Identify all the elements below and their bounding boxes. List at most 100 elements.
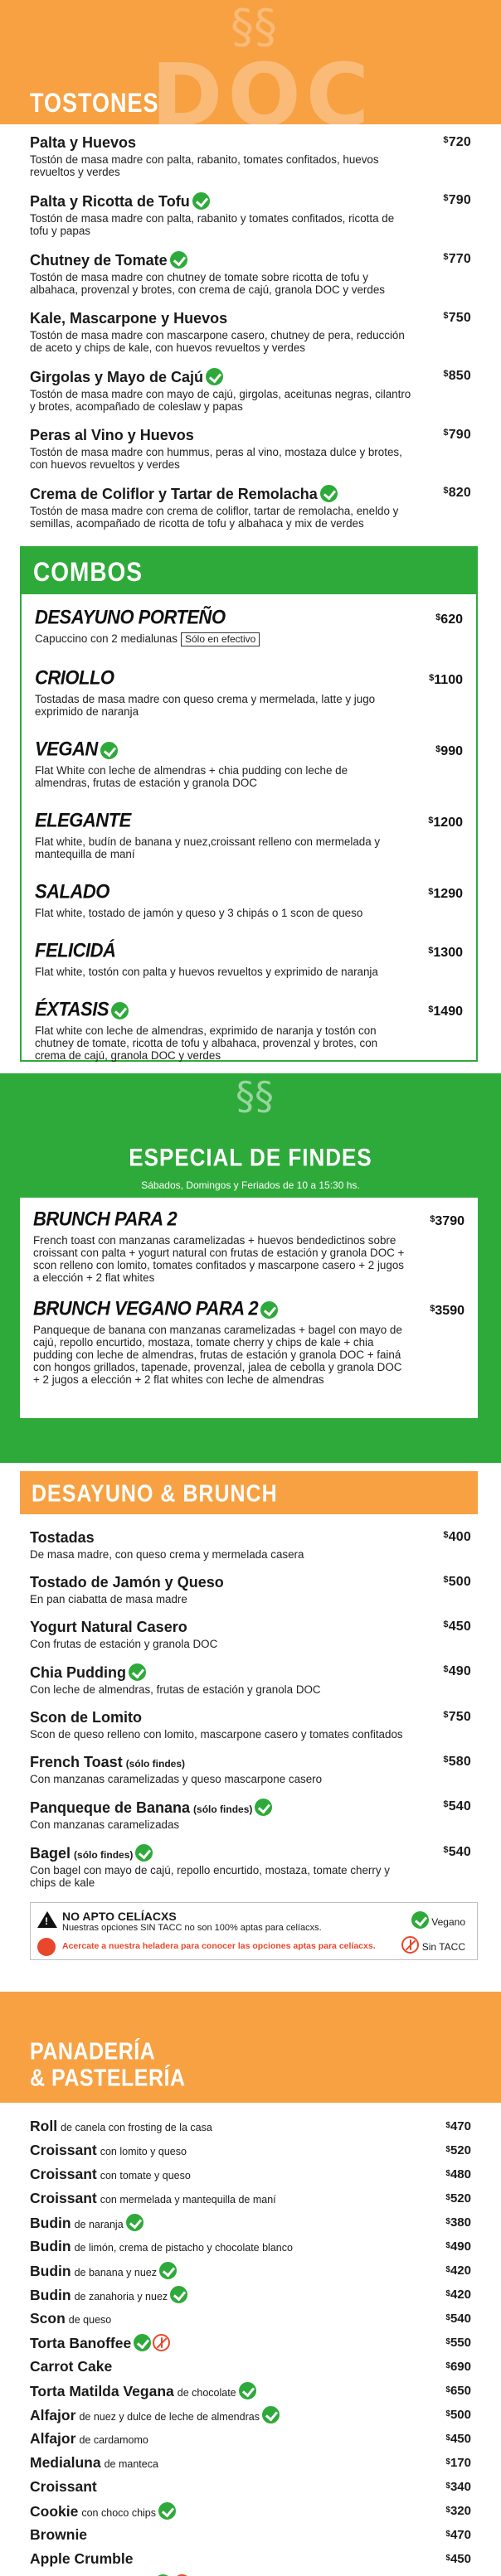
item-price: $170 [445, 2456, 471, 2470]
price-value: 170 [450, 2456, 471, 2470]
vegan-icon [260, 1301, 279, 1319]
price-value: 3790 [435, 1214, 465, 1228]
combo-description: Flat white con leche de almendras, expri… [35, 1024, 405, 1062]
item-name-wrap: Peras al Vino y Huevos [30, 427, 413, 446]
panaderia-list: Roll de canela con frosting de la casa $47… [0, 2103, 501, 2576]
bakery-item: Croissant $340 [30, 2478, 471, 2502]
bakery-item: Croissant con lomito y queso $520 [30, 2142, 471, 2166]
bakery-item: Brownie $470 [30, 2526, 471, 2550]
price-value: 1100 [434, 673, 463, 687]
item-description: Tostón de masa madre con mascarpone case… [30, 329, 405, 354]
item-price: $720 [443, 135, 471, 150]
price-value: 380 [450, 2215, 471, 2230]
bakery-item-name: Torta Banoffee [30, 2335, 132, 2351]
menu-item: Bagel (sólo findes) Con bagel con mayo de … [30, 1844, 471, 1889]
price-value: 790 [448, 193, 471, 207]
item-name: Bagel [30, 1845, 71, 1862]
item-name: Palta y Huevos [30, 134, 137, 151]
fridge-note: Acercate a nuestra heladera para conocer… [62, 1941, 376, 1951]
item-price: $1290 [428, 887, 463, 902]
item-name: Peras al Vino y Huevos [30, 427, 194, 443]
combo-name: Elegante [35, 808, 131, 831]
item-description: En pan ciabatta de masa madre [30, 1593, 187, 1605]
item-description: Tostón de masa madre con mayo de cajú, g… [30, 388, 411, 413]
bakery-item-name: Scon [30, 2310, 66, 2327]
bakery-item-name: Cookie [30, 2503, 79, 2520]
bakery-item: Medialuna de manteca $170 [30, 2454, 471, 2478]
bakery-item-description: de limón, crema de pistacho y chocolate … [74, 2242, 293, 2254]
price-value: 750 [448, 1710, 471, 1724]
vegan-icon [319, 485, 338, 502]
item-name: Panqueque de Banana [30, 1799, 191, 1816]
item-description: Tostón de masa madre con hummus, peras a… [30, 446, 402, 471]
bakery-item: Torta Banoffee $550 [30, 2334, 471, 2358]
item-price: $620 [435, 613, 463, 627]
item-description: Scon de queso relleno con lomito, mascar… [30, 1728, 403, 1741]
item-description: Con leche de almendras, frutas de estaci… [30, 1683, 321, 1696]
combos-section: Combos Desayuno Porteño Capuccino con 2 m… [20, 546, 478, 1062]
price-value: 1200 [433, 816, 463, 830]
item-price: $490 [445, 2239, 471, 2254]
bakery-item-description: de banana y nuez [74, 2267, 157, 2278]
combo-item: Éxtasis Flat white con leche de almendras… [35, 997, 463, 1062]
bakery-item: Scon de queso $540 [30, 2310, 471, 2334]
price-value: 470 [450, 2528, 471, 2542]
item-name-wrap: Palta y Ricotta de Tofu [30, 192, 413, 212]
combo-description-text: Flat white, tostón con palta y huevos re… [35, 966, 378, 978]
bakery-item: Alfajor de cardamomo $450 [30, 2430, 471, 2454]
vegan-icon [111, 1002, 129, 1019]
no-apto-title: NO APTO CELÍACXS [62, 1910, 177, 1923]
brunch-item: Brunch Vegano para 2 Panqueque de banana … [33, 1296, 465, 1386]
bakery-item-name: Torta Matilda Vegana [30, 2383, 174, 2399]
item-name: Girgolas y Mayo de Cajú [30, 369, 204, 385]
item-price: $690 [445, 2360, 471, 2374]
item-description: Tostón de masa madre con palta, rabanito… [30, 153, 379, 178]
bakery-item: Roll de canela con frosting de la casa $47… [30, 2118, 471, 2142]
price-value: 520 [450, 2143, 471, 2157]
item-price: $650 [445, 2384, 471, 2398]
combos-header: Combos [22, 548, 476, 594]
bakery-item-description: de cardamomo [79, 2434, 148, 2446]
item-name: Kale, Mascarpone y Huevos [30, 310, 228, 327]
item-name-wrap: Scon de Lomito [30, 1709, 413, 1728]
brunch-item: Brunch para 2 French toast con manzanas c… [33, 1207, 465, 1284]
item-name-wrap: Kale, Mascarpone y Huevos [30, 310, 413, 329]
combo-item: Felicidá Flat white, tostón con palta y h… [35, 938, 463, 978]
item-price: $990 [435, 744, 463, 759]
bakery-item-description: con tomate y queso [100, 2170, 191, 2181]
desayuno-title: Desayuno & Brunch [32, 1480, 278, 1508]
price-value: 550 [450, 2336, 471, 2350]
combo-description: Tostadas de masa madre con queso crema y… [35, 693, 405, 718]
item-price: $820 [443, 486, 471, 501]
legend-sin-tacc-label: Sin TACC [421, 1941, 465, 1953]
price-value: 420 [450, 2288, 471, 2302]
price-value: 450 [448, 1620, 471, 1634]
price-value: 620 [440, 613, 463, 627]
item-description: Con manzanas caramelizadas [30, 1818, 180, 1831]
bakery-item: Torta Matilda Vegana de chocolate $650 [30, 2382, 471, 2406]
menu-item: Girgolas y Mayo de Cajú Tostón de masa ma… [30, 368, 471, 413]
combo-name: Desayuno Porteño [35, 605, 226, 628]
desayuno-list: Tostadas De masa madre, con queso crema y… [0, 1514, 501, 1889]
item-price: $750 [443, 311, 471, 326]
fridge-icon [37, 1938, 56, 1956]
item-name-wrap: French Toast (sólo findes) [30, 1754, 413, 1773]
item-name: Tostado de Jamón y Queso [30, 1574, 224, 1591]
bakery-item-name: Alfajor [30, 2430, 76, 2447]
price-value: 990 [440, 744, 463, 758]
combo-description-text: Flat White con leche de almendras + chia… [35, 764, 348, 789]
item-name: Yogurt Natural Casero [30, 1619, 187, 1635]
sin-tacc-icon [153, 2334, 171, 2351]
item-price: $790 [443, 428, 471, 443]
item-price: $420 [445, 2288, 471, 2302]
menu-item: Panqueque de Banana (sólo findes) Con manz… [30, 1799, 471, 1831]
bakery-item: Croissant con tomate y queso $480 [30, 2166, 471, 2190]
menu-item: Chutney de Tomate Tostón de masa madre co… [30, 251, 471, 296]
bakery-item: Carrot Cake $690 [30, 2358, 471, 2382]
item-price: $1300 [428, 946, 463, 961]
combo-description-text: Flat white con leche de almendras, expri… [35, 1024, 378, 1062]
item-name-wrap: Tostado de Jamón y Queso [30, 1574, 413, 1593]
vegan-icon [255, 1799, 273, 1816]
bakery-item-description: con lomito y queso [100, 2146, 187, 2157]
bakery-item-description: de nuez y dulce de leche de almendras [79, 2411, 260, 2423]
